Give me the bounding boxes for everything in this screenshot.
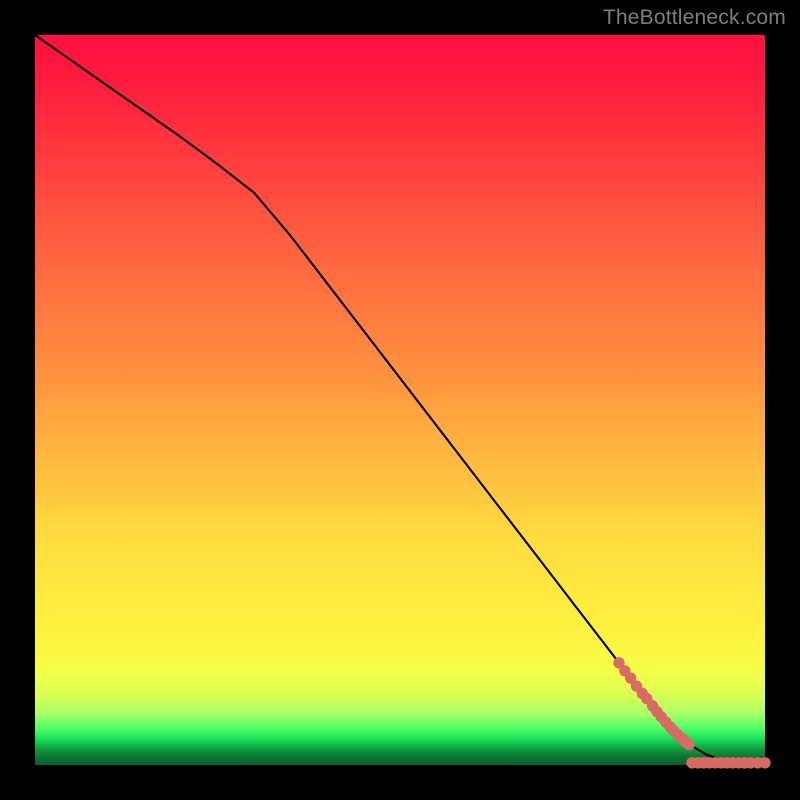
plot-area: [35, 35, 765, 765]
data-point: [760, 758, 770, 768]
plot-svg: [35, 35, 765, 765]
scatter-dots: [614, 658, 770, 768]
series-curve: [35, 35, 765, 764]
watermark-text: TheBottleneck.com: [603, 6, 786, 30]
data-point: [684, 739, 694, 749]
chart-frame: TheBottleneck.com: [0, 0, 800, 800]
